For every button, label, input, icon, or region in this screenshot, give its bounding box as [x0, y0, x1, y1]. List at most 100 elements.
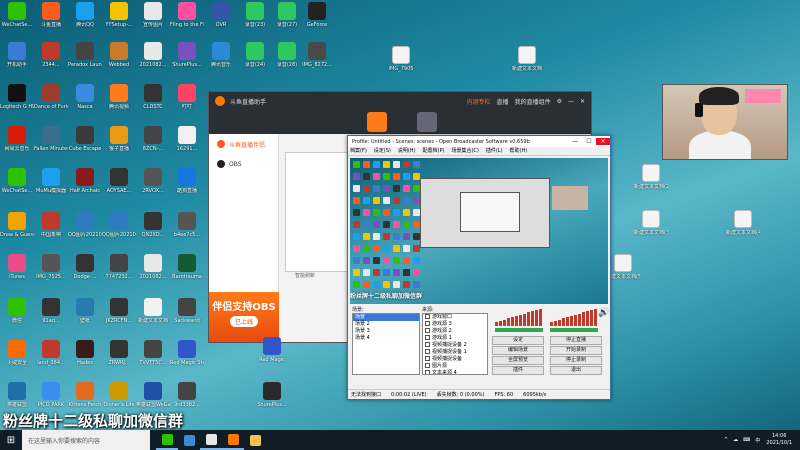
source-item[interactable]: 游戏源 3	[423, 321, 487, 328]
desktop-icon[interactable]: GeForce	[300, 0, 334, 36]
desktop-icon[interactable]: 2RVOX...	[136, 166, 170, 202]
desktop-icon[interactable]: land_384...	[34, 338, 68, 374]
desktop-icon[interactable]: 腾讯QQ	[68, 0, 102, 36]
obs-menu-item[interactable]: 插件(L)	[486, 147, 503, 155]
desktop-icon[interactable]: Dodge-...	[68, 252, 102, 288]
desktop-icon[interactable]: 2344...	[34, 40, 68, 76]
desktop-file-icon[interactable]: 新建文本文档(3)	[634, 208, 668, 244]
desktop-icon[interactable]: AOYSAE...	[102, 166, 136, 202]
desktop-icon[interactable]: Red Magic	[255, 335, 289, 371]
desktop-icon[interactable]: 16291...	[170, 124, 204, 160]
desktop-icon[interactable]: Fling to the Finish	[170, 0, 204, 36]
exit-button[interactable]: 退出	[550, 366, 602, 375]
desktop-icon[interactable]: QQ图片2021085...	[68, 210, 102, 246]
douyu-tools-tab-icon[interactable]	[417, 112, 437, 132]
desktop-icon[interactable]: Barotrauma	[170, 252, 204, 288]
source-checkbox[interactable]	[425, 321, 430, 326]
obs-menu-item[interactable]: 档案(F)	[350, 147, 367, 155]
settings-button[interactable]: 设定	[492, 336, 544, 345]
source-item[interactable]: 图片源	[423, 363, 487, 370]
desktop-icon[interactable]: Paradox Launcher v2	[68, 40, 102, 76]
douyu-settings-icon[interactable]: ⚙	[557, 98, 562, 105]
desktop-icon[interactable]: 录音(27)	[270, 0, 304, 36]
obs-window[interactable]: Profile: Untitled - Scenes: scenes - Ope…	[347, 135, 611, 400]
desktop-icon[interactable]: Logitech G HUB	[0, 82, 34, 118]
desktop-file-icon[interactable]: 新建文本文档(5)	[606, 252, 640, 288]
desktop-icon[interactable]: Nasca	[68, 82, 102, 118]
source-item[interactable]: 视频捕捉设备	[423, 356, 487, 363]
desktop-icon[interactable]: Webbed	[102, 40, 136, 76]
desktop-icon[interactable]: 录音(23)	[238, 0, 272, 36]
desktop-icon[interactable]: Hades	[68, 338, 102, 374]
obs-menu-item[interactable]: 说明(H)	[398, 147, 416, 155]
source-checkbox[interactable]	[425, 314, 430, 319]
taskbar-search-box[interactable]: 在这里输入你要搜索的内容	[22, 430, 150, 450]
desktop-icon[interactable]: 猴子直播	[102, 124, 136, 160]
source-item[interactable]: 文本来源 4	[423, 370, 487, 374]
scene-item[interactable]: 场景 4	[353, 335, 419, 342]
scene-item[interactable]: 场景 2	[353, 321, 419, 328]
source-item[interactable]: 视频捕捉设备 1	[423, 349, 487, 356]
desktop-icon[interactable]: WeChatSe...	[0, 0, 34, 36]
desktop-icon[interactable]: 腾讯音乐	[204, 40, 238, 76]
douyu-refresh-link[interactable]: 智能刷新	[295, 272, 315, 279]
desktop-icon[interactable]: Dance of Furies	[34, 82, 68, 118]
desktop-icon[interactable]: Sackwarid	[170, 296, 204, 332]
desktop-icon[interactable]: 微信	[0, 296, 34, 332]
douyu-live-tab-icon[interactable]	[367, 112, 387, 132]
desktop-icon[interactable]: IMG_7525...	[34, 252, 68, 288]
taskbar-clock[interactable]: 14:06 2021/10/1	[766, 433, 792, 447]
desktop-icon[interactable]: 91ad...	[34, 296, 68, 332]
obs-title-bar[interactable]: Profile: Untitled - Scenes: scenes - Ope…	[348, 136, 610, 147]
desktop-file-icon[interactable]: IMG_7905	[384, 44, 418, 80]
obs-menu-item[interactable]: 帮助(H)	[510, 147, 528, 155]
source-item[interactable]: 游戏源 1	[423, 335, 487, 342]
desktop-file-icon[interactable]: 新建文本文档	[510, 44, 544, 80]
scene-item[interactable]: 场景	[353, 314, 419, 321]
desktop-icon[interactable]: iTunes	[0, 252, 34, 288]
douyu-minimize-icon[interactable]: —	[568, 98, 574, 105]
plugins-button[interactable]: 插件	[492, 366, 544, 375]
taskbar-app-button[interactable]	[222, 430, 244, 450]
douyu-link-beta[interactable]: 内测专栏	[467, 97, 491, 106]
source-item[interactable]: 游戏源 2	[423, 328, 487, 335]
start-button[interactable]: ⊞	[0, 435, 22, 446]
start-recording-button[interactable]: 开始录制	[550, 346, 602, 355]
desktop-icon[interactable]: WeChatSe...	[0, 166, 34, 202]
obs-minimize-button[interactable]: —	[568, 138, 582, 145]
source-item[interactable]: 游戏窗口	[423, 314, 487, 321]
desktop-icon[interactable]: 新建文本文档	[136, 296, 170, 332]
obs-maximize-button[interactable]: ☐	[582, 138, 596, 145]
desktop-icon[interactable]: ZRWRJ...	[102, 338, 136, 374]
speaker-icon[interactable]: 🔊	[598, 308, 609, 318]
desktop-icon[interactable]: MuMu模拟器	[34, 166, 68, 202]
tray-ime-icon[interactable]: 中	[755, 437, 760, 444]
sources-list[interactable]: 游戏窗口 游戏源 3 游戏源 2 游戏源 1 视频捕捉设备 2 视频捕捉设备 1 视频捕捉设…	[422, 313, 488, 375]
source-checkbox[interactable]	[425, 363, 430, 368]
taskbar-app-button[interactable]	[244, 430, 266, 450]
obs-menu-item[interactable]: 设定(S)	[374, 147, 391, 155]
desktop-icon[interactable]: QN2XD...	[136, 210, 170, 246]
desktop-icon[interactable]: YYSetup-...	[102, 0, 136, 36]
desktop-icon[interactable]: 中国象棋	[34, 210, 68, 246]
douyu-sidebar-item-companion[interactable]: 斗鱼直播伴侣	[209, 134, 278, 154]
desktop-icon[interactable]: b4ee7c5...	[170, 210, 204, 246]
desktop-icon[interactable]: ShurePlus...	[170, 40, 204, 76]
source-checkbox[interactable]	[425, 356, 430, 361]
source-checkbox[interactable]	[425, 349, 430, 354]
source-checkbox[interactable]	[425, 342, 430, 347]
desktop-icon[interactable]: 8ZCN-...	[136, 124, 170, 160]
stop-stream-button[interactable]: 停止直播	[550, 336, 602, 345]
obs-menu-item[interactable]: 场景集合(C)	[451, 147, 478, 155]
taskbar-app-button[interactable]	[156, 430, 178, 450]
promo-button[interactable]: 已上线	[229, 316, 258, 327]
mic-volume-meter[interactable]	[550, 308, 597, 326]
desktop-volume-meter[interactable]	[495, 308, 542, 326]
desktop-icon[interactable]: Red Magic Studio	[170, 338, 204, 374]
desktop-icon[interactable]: Draw & Guess	[0, 210, 34, 246]
tray-keyboard-icon[interactable]: ⌨	[743, 437, 750, 443]
scene-item[interactable]: 场景 3	[353, 328, 419, 335]
desktop-icon[interactable]: CLDSTC	[136, 82, 170, 118]
desktop-icon[interactable]: OVR	[204, 0, 238, 36]
desktop-icon[interactable]: 宣传图片	[136, 0, 170, 36]
